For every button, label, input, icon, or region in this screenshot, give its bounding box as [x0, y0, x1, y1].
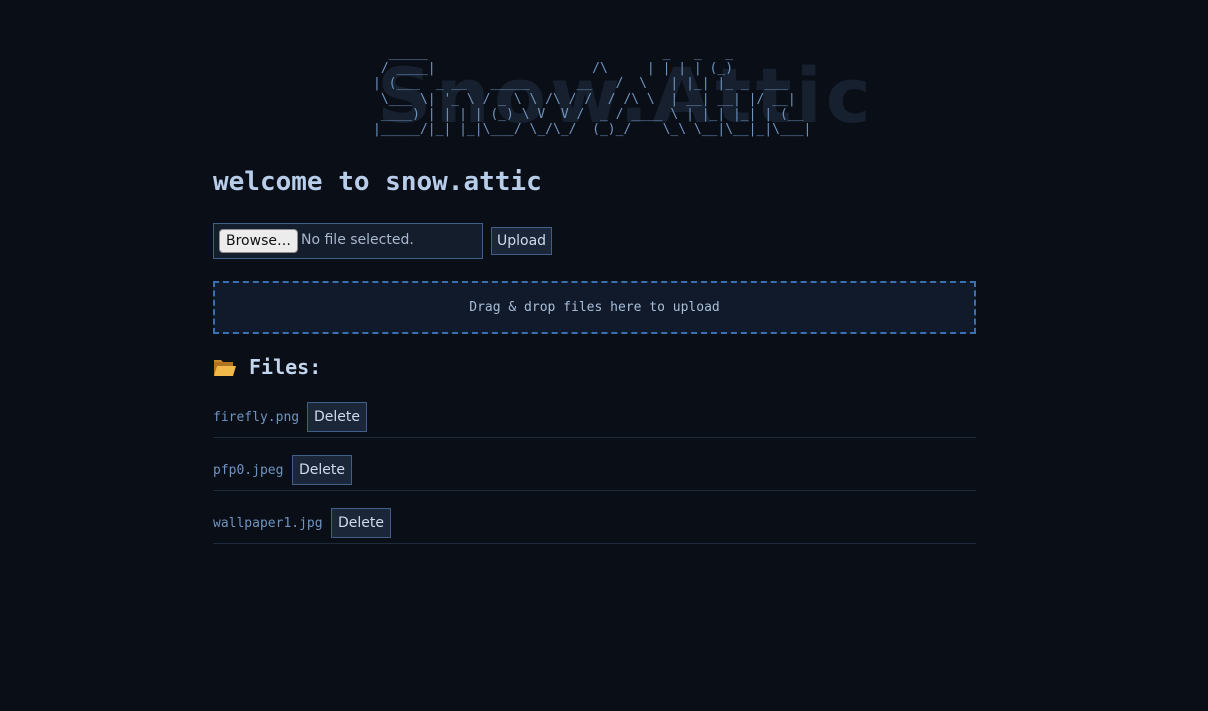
drop-zone-text: Drag & drop files here to upload: [469, 300, 720, 315]
delete-button[interactable]: Delete: [307, 402, 367, 432]
ascii-banner: Snow.Attic _____ _ _ _ / ____| /\ | | | …: [373, 46, 871, 150]
file-list: firefly.png Delete pfp0.jpeg Delete wall…: [213, 385, 976, 544]
file-row: pfp0.jpeg Delete: [213, 438, 976, 491]
upload-button[interactable]: Upload: [491, 227, 553, 255]
files-heading: Files:: [213, 355, 321, 379]
ascii-banner-text: _____ _ _ _ / ____| /\ | | | | (_) | (__…: [373, 46, 812, 138]
file-row: wallpaper1.jpg Delete: [213, 491, 976, 544]
file-row: firefly.png Delete: [213, 385, 976, 438]
files-heading-label: Files:: [249, 355, 322, 379]
drop-zone[interactable]: Drag & drop files here to upload: [213, 281, 976, 334]
delete-button[interactable]: Delete: [292, 455, 352, 485]
file-link[interactable]: firefly.png: [213, 410, 299, 425]
file-link[interactable]: pfp0.jpeg: [213, 463, 283, 478]
page-title: welcome to snow.attic: [213, 167, 542, 197]
file-input[interactable]: Browse… No file selected.: [213, 223, 483, 259]
open-folder-icon: [213, 358, 237, 376]
delete-button[interactable]: Delete: [331, 508, 391, 538]
file-status-text: No file selected.: [301, 232, 414, 248]
browse-button[interactable]: Browse…: [219, 229, 298, 253]
file-link[interactable]: wallpaper1.jpg: [213, 516, 323, 531]
